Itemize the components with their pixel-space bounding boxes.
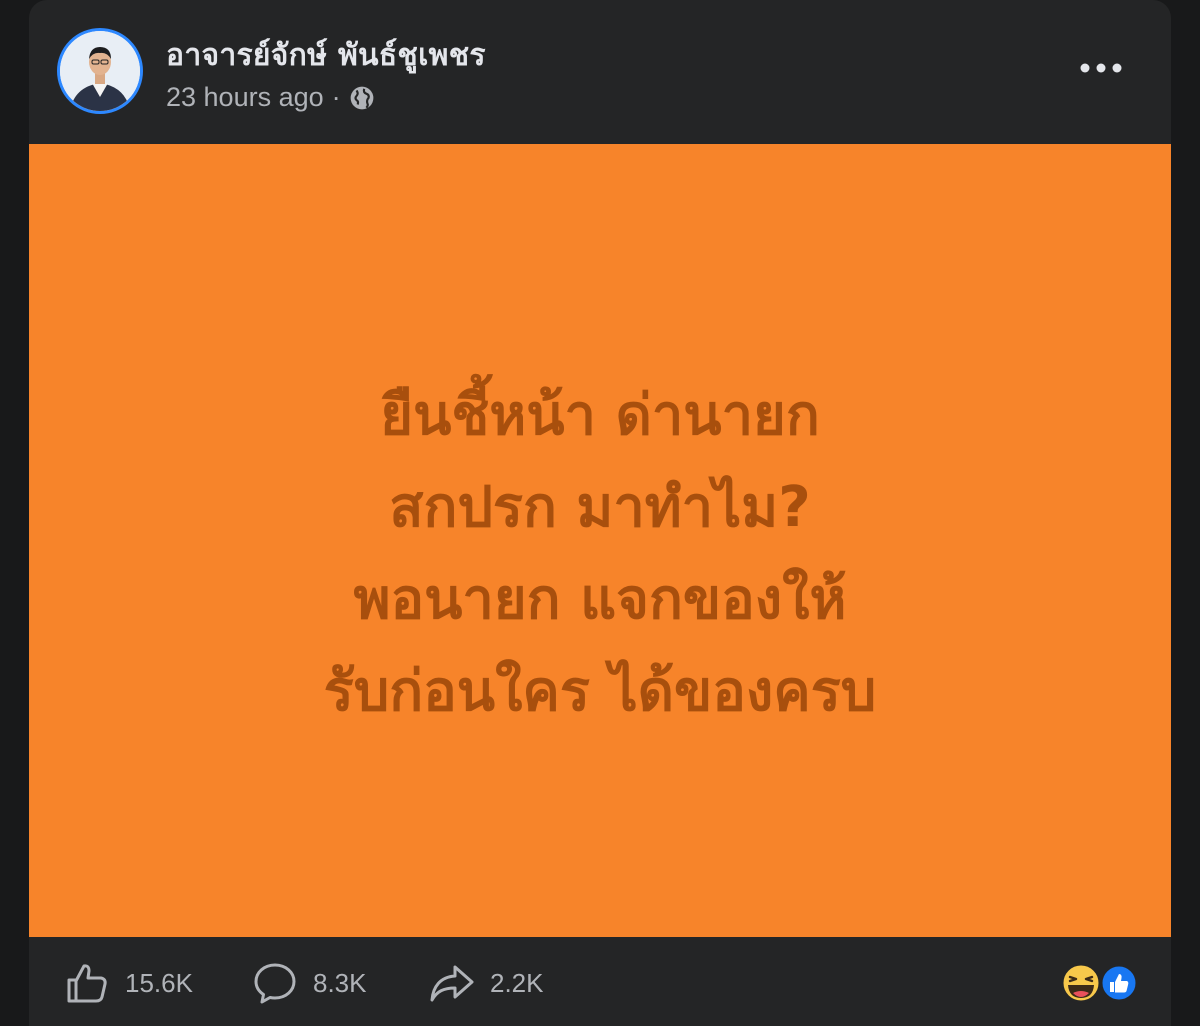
comment-count: 8.3K [313,967,367,998]
image-text-line-4: รับก่อนใคร ได้ของครบ [323,659,877,724]
post-image[interactable]: ยืนชี้หน้า ด่านายก สกปรก มาทำไม? พอนายก … [29,144,1171,937]
like-button[interactable]: 15.6K [63,959,193,1007]
image-text-line-2: สกปรก มาทำไม? [389,475,811,540]
image-text-line-1: ยืนชี้หน้า ด่านายก [380,383,820,448]
post-image-text: ยืนชี้หน้า ด่านายก สกปรก มาทำไม? พอนายก … [29,370,1171,738]
image-text-line-3: พอนายก แจกของให้ [353,567,847,632]
more-options-icon [1080,63,1122,73]
more-options-button[interactable] [1073,48,1129,88]
page: อาจารย์จักษ์ พันธ์ชูเพชร 23 hours ago · … [0,0,1200,1026]
reactions-summary[interactable] [1057,961,1141,1005]
like-icon [67,964,107,1003]
post-meta: 23 hours ago · [166,82,375,113]
meta-separator: · [331,82,341,112]
post-timestamp[interactable]: 23 hours ago [166,82,324,113]
globe-icon[interactable] [349,85,375,111]
share-icon [430,965,474,1002]
post-actions-bar: 15.6K 8.3K 2.2K [29,937,1171,1026]
like-count: 15.6K [125,967,193,998]
share-button[interactable]: 2.2K [428,959,544,1007]
share-count: 2.2K [490,967,544,998]
comment-icon [254,963,296,1004]
post-card: อาจารย์จักษ์ พันธ์ชูเพชร 23 hours ago · … [29,0,1171,1026]
comment-button[interactable]: 8.3K [251,959,367,1007]
author-avatar[interactable] [57,28,143,114]
haha-icon [1060,962,1102,1004]
like-reaction-icon [1099,963,1139,1003]
avatar-photo [60,31,140,111]
reaction-icons [1060,962,1139,1004]
author-name[interactable]: อาจารย์จักษ์ พันธ์ชูเพชร [166,32,486,79]
